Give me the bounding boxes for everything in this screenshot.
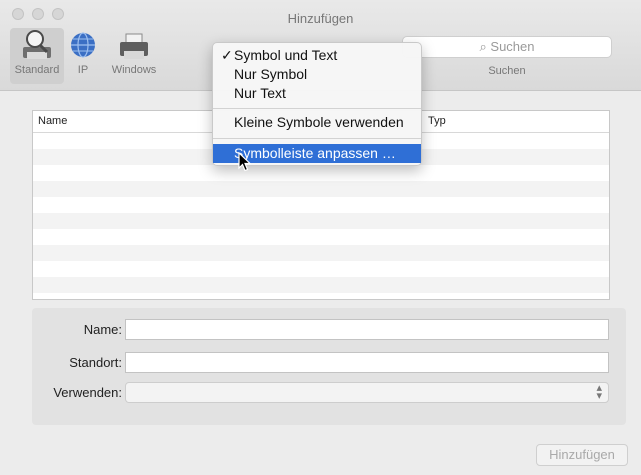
search-field[interactable]: ⌕ Suchen [402, 36, 612, 58]
standard-printer-magnifier-icon [18, 28, 56, 64]
table-row [33, 229, 609, 245]
toolbar-context-menu: ✓ Symbol und Text Nur Symbol Nur Text Kl… [212, 42, 422, 166]
windows-printer-icon [115, 28, 153, 64]
column-header-name[interactable]: Name [38, 115, 67, 127]
menu-item-text-only[interactable]: Nur Text [213, 84, 421, 103]
menu-separator [213, 108, 421, 109]
menu-item-symbol-and-text[interactable]: ✓ Symbol und Text [213, 46, 421, 65]
table-row [33, 213, 609, 229]
toolbar-item-label: Windows [111, 64, 157, 76]
toolbar-item-ip[interactable]: IP [68, 28, 98, 76]
add-button[interactable]: Hinzufügen [536, 444, 628, 466]
menu-item-small-symbols[interactable]: Kleine Symbole verwenden [213, 113, 421, 132]
toolbar-item-windows[interactable]: Windows [106, 28, 162, 76]
location-label: Standort: [69, 355, 122, 370]
toolbar-item-label: IP [77, 64, 89, 76]
printer-details-form: Name: Standort: Verwenden: ▴ ▾ [32, 308, 626, 425]
menu-item-label: Symbolleiste anpassen … [234, 145, 396, 161]
table-row [33, 277, 609, 293]
menu-item-label: Kleine Symbole verwenden [234, 114, 404, 130]
chevron-up-down-icon: ▴ ▾ [596, 382, 602, 402]
window-title: Hinzufügen [287, 11, 354, 26]
location-field[interactable] [125, 352, 609, 373]
name-field[interactable] [125, 319, 609, 340]
table-row [33, 197, 609, 213]
table-row [33, 293, 609, 299]
search-label: Suchen [488, 65, 526, 77]
search-placeholder: Suchen [490, 39, 535, 54]
use-select[interactable]: ▴ ▾ [125, 382, 609, 403]
globe-icon [68, 28, 98, 64]
name-label: Name: [83, 322, 122, 337]
menu-item-label: Symbol und Text [234, 47, 338, 63]
menu-item-symbol-only[interactable]: Nur Symbol [213, 65, 421, 84]
use-label: Verwenden: [53, 385, 122, 400]
table-row [33, 261, 609, 277]
mouse-pointer-icon [238, 152, 252, 172]
menu-separator [213, 138, 421, 139]
column-header-type[interactable]: Typ [428, 115, 446, 127]
table-row [33, 165, 609, 181]
toolbar-item-label: Standard [14, 64, 60, 76]
checkmark-icon: ✓ [221, 47, 233, 63]
table-row [33, 181, 609, 197]
menu-item-label: Nur Symbol [234, 66, 308, 82]
toolbar-item-standard[interactable]: Standard [10, 28, 64, 84]
table-row [33, 245, 609, 261]
menu-item-label: Nur Text [234, 85, 286, 101]
search-icon: ⌕ [479, 39, 487, 54]
